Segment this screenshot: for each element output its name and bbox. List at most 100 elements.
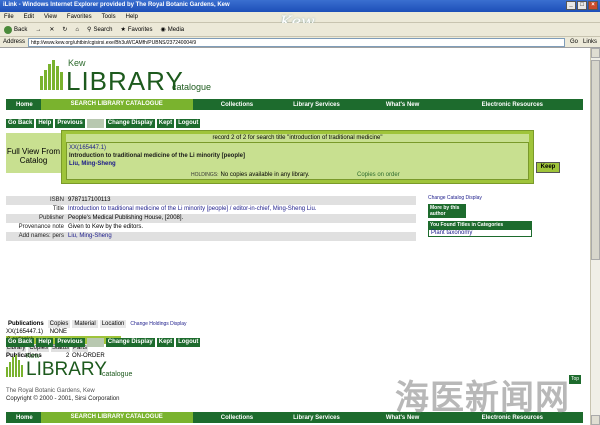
help-button[interactable]: Help	[36, 338, 54, 347]
holdings-value: No copies available in any library.	[220, 172, 310, 178]
help-button[interactable]: Help	[36, 119, 54, 128]
media-button[interactable]: ◉ Media	[160, 26, 185, 34]
change-display-button[interactable]: Change Display	[105, 119, 155, 128]
change-display-button[interactable]: Change Display	[105, 338, 155, 347]
tab-location[interactable]: Location	[99, 320, 127, 328]
window-title: iLink - Windows Internet Explorer provid…	[3, 2, 230, 8]
search-button[interactable]: ⚲ Search	[87, 26, 113, 34]
detail-row: Add names: pers Liu, Ming-Sheng	[6, 232, 416, 241]
address-bar: Address http://www.kew.org/uhtbin/cgisir…	[0, 37, 600, 48]
detail-key: Add names: pers	[6, 232, 66, 241]
menu-help[interactable]: Help	[126, 14, 138, 20]
media-icon: ◉	[160, 27, 166, 33]
change-holdings-display-link[interactable]: Change Holdings Display	[128, 320, 188, 328]
holding-row: XX(165447.1) NONE	[6, 328, 191, 336]
logo-catalogue: catalogue	[172, 82, 212, 92]
record-author[interactable]: Liu, Ming-Sheng	[69, 161, 116, 167]
keep-button[interactable]: Keep	[536, 162, 560, 173]
holding-none: NONE	[49, 329, 68, 335]
tab-publications[interactable]: Publications	[6, 320, 46, 328]
window-controls: _ □ ×	[566, 1, 598, 10]
kept-button[interactable]: Kept	[156, 338, 175, 347]
tab-copies[interactable]: Copies	[47, 320, 71, 328]
menu-view[interactable]: View	[44, 14, 57, 20]
page-content: Kew LIBRARY catalogue Home SEARCH LIBRAR…	[0, 48, 590, 425]
action-buttons-bottom: Go Back Help Previous Next Change Displa…	[6, 338, 201, 347]
scroll-thumb[interactable]	[591, 60, 600, 260]
watermark-text: 海医新闻网	[395, 378, 570, 418]
footer-nav-library-services[interactable]: Library Services	[261, 415, 348, 421]
back-button[interactable]: Back	[4, 25, 28, 34]
more-by-author-button[interactable]: More by this author	[428, 204, 466, 218]
footer-nav-search-library-catalogue[interactable]: SEARCH LIBRARY CATALOGUE	[40, 412, 193, 423]
nav-home[interactable]: Home	[6, 102, 41, 108]
scroll-down-arrow-icon[interactable]	[591, 415, 600, 425]
next-button[interactable]: Next	[86, 119, 104, 128]
go-button[interactable]: Go	[568, 39, 580, 45]
footer-nav-collections[interactable]: Collections	[193, 415, 261, 421]
detail-value: People's Medical Publishing House, [2008…	[66, 214, 416, 223]
category-link[interactable]: Plant taxonomy	[428, 229, 532, 237]
record-summary: record 2 of 2 for search title "introduc…	[61, 130, 534, 184]
address-input[interactable]: http://www.kew.org/uhtbin/cgisirsi.exe/B…	[28, 37, 565, 47]
footer-org: The Royal Botanic Gardens, Kew	[6, 388, 95, 394]
nav-collections[interactable]: Collections	[193, 102, 261, 108]
previous-button[interactable]: Previous	[55, 119, 85, 128]
stop-button[interactable]: ✕	[49, 26, 54, 33]
vertical-scrollbar[interactable]	[590, 48, 600, 425]
minimize-button[interactable]: _	[566, 1, 576, 10]
logout-button[interactable]: Logout	[176, 338, 201, 347]
logout-button[interactable]: Logout	[176, 119, 201, 128]
nav-search-library-catalogue[interactable]: SEARCH LIBRARY CATALOGUE	[40, 99, 193, 110]
top-link-icon[interactable]: Top	[569, 375, 581, 384]
detail-key: Provenance note	[6, 223, 66, 232]
favorites-button[interactable]: ★ Favorites	[120, 26, 153, 34]
address-label: Address	[3, 39, 26, 45]
copies-on-order-link[interactable]: Copies on order	[357, 172, 400, 178]
menu-edit[interactable]: Edit	[24, 14, 34, 20]
refresh-button[interactable]: ↻	[62, 26, 67, 33]
maximize-button[interactable]: □	[577, 1, 587, 10]
record-call-number: XX(165447.1)	[69, 145, 107, 151]
nav-whats-new[interactable]: What's New	[348, 102, 427, 108]
detail-row: Title Introduction to traditional medicin…	[6, 205, 416, 214]
favorites-label: Favorites	[127, 26, 153, 33]
detail-row: Publisher People's Medical Publishing Hou…	[6, 214, 416, 223]
holdings-tabs: Publications Copies Material Location Ch…	[6, 320, 191, 328]
record-title: Introduction to traditional medicine of …	[69, 153, 245, 159]
star-icon: ★	[120, 27, 126, 33]
holding-call-number: XX(165447.1)	[6, 329, 44, 335]
window-title-bar: iLink - Windows Internet Explorer provid…	[0, 0, 600, 12]
previous-button[interactable]: Previous	[55, 338, 85, 347]
go-back-button[interactable]: Go Back	[6, 338, 35, 347]
footer-nav-home[interactable]: Home	[6, 415, 41, 421]
forward-button[interactable]: →	[35, 27, 41, 33]
close-button[interactable]: ×	[588, 1, 598, 10]
menu-favorites[interactable]: Favorites	[67, 14, 92, 20]
search-icon: ⚲	[87, 27, 92, 33]
nav-library-services[interactable]: Library Services	[261, 102, 348, 108]
detail-key: ISBN	[6, 196, 66, 205]
search-label: Search	[93, 26, 113, 33]
kept-button[interactable]: Kept	[156, 119, 175, 128]
scroll-up-arrow-icon[interactable]	[591, 48, 600, 58]
links-button[interactable]: Links	[583, 39, 597, 45]
detail-value[interactable]: Introduction to traditional medicine of …	[66, 205, 416, 214]
change-catalog-display-link[interactable]: Change Catalog Display	[428, 195, 532, 201]
footer-logo[interactable]: Kew LIBRARY catalogue	[6, 353, 156, 383]
detail-row: Provenance note Given to Kew by the edito…	[6, 223, 416, 232]
detail-value[interactable]: Liu, Ming-Sheng	[66, 232, 416, 241]
menu-tools[interactable]: Tools	[102, 14, 116, 20]
home-button[interactable]: ⌂	[75, 27, 79, 33]
nav-electronic-resources[interactable]: Electronic Resources	[474, 102, 583, 108]
logo-library: LIBRARY	[66, 66, 184, 96]
tab-material[interactable]: Material	[72, 320, 98, 328]
library-catalogue-logo[interactable]: Kew LIBRARY catalogue	[40, 58, 220, 98]
detail-value: 9787117100113	[66, 196, 416, 205]
back-label: Back	[14, 26, 28, 33]
record-detail: XX(165447.1) Introduction to traditional…	[66, 142, 529, 180]
media-label: Media	[167, 26, 185, 33]
next-button[interactable]: Next	[86, 338, 104, 347]
menu-file[interactable]: File	[4, 14, 14, 20]
go-back-button[interactable]: Go Back	[6, 119, 35, 128]
